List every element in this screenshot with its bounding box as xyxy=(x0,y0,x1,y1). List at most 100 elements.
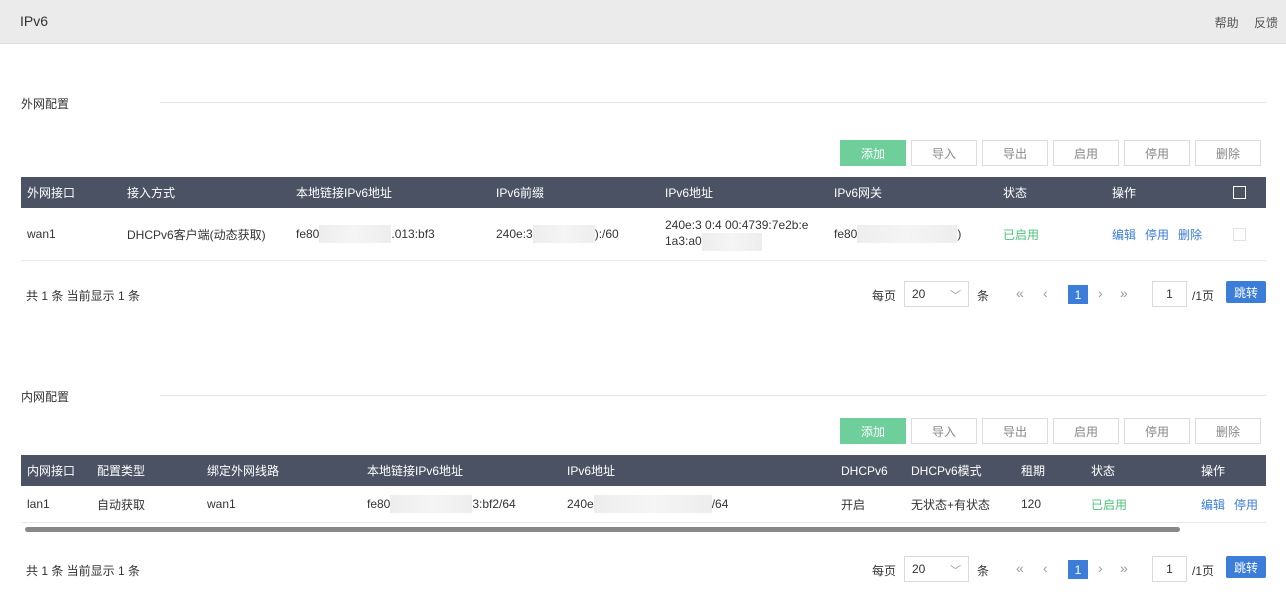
wan-mode: DHCPv6客户端(动态获取) xyxy=(127,227,266,242)
wan-table: 外网接口 接入方式 本地链接IPv6地址 IPv6前缀 IPv6地址 IPv6网… xyxy=(21,177,1266,261)
lan-dhcpv6-mode: 无状态+有状态 xyxy=(911,497,991,512)
col-actions: 操作 xyxy=(1112,186,1137,200)
page-input[interactable]: 1 xyxy=(1152,281,1187,307)
wan-table-header: 外网接口 接入方式 本地链接IPv6地址 IPv6前缀 IPv6地址 IPv6网… xyxy=(21,177,1266,208)
wan-gw-b: ) xyxy=(957,227,962,241)
redacted-mask xyxy=(390,495,473,513)
redacted-mask xyxy=(319,225,392,243)
redacted-mask xyxy=(701,233,762,251)
col-access-mode: 接入方式 xyxy=(127,186,176,200)
page-number[interactable]: 1 xyxy=(1068,285,1088,304)
lan-delete-button[interactable]: 删除 xyxy=(1195,418,1261,444)
per-page-select[interactable]: 20 ﹀ xyxy=(904,556,969,582)
lan-actions: 编辑 停用 xyxy=(1201,486,1267,522)
lan-summary: 共 1 条 当前显示 1 条 xyxy=(26,564,141,578)
go-button[interactable]: 跳转 xyxy=(1226,281,1266,303)
next-page-icon[interactable]: › xyxy=(1098,285,1103,301)
next-page-icon[interactable]: › xyxy=(1098,560,1103,576)
redacted-mask xyxy=(532,225,595,243)
redacted-mask xyxy=(593,495,712,513)
first-page-icon[interactable]: « xyxy=(1016,285,1024,301)
edit-link[interactable]: 编辑 xyxy=(1112,226,1136,243)
col-link-local: 本地链接IPv6地址 xyxy=(296,186,393,200)
wan-actions: 编辑 停用 删除 xyxy=(1112,208,1211,260)
lan-import-button[interactable]: 导入 xyxy=(911,418,977,444)
lan-disable-button[interactable]: 停用 xyxy=(1124,418,1190,444)
wan-section-title: 外网配置 xyxy=(21,97,70,111)
redacted-mask xyxy=(857,225,958,243)
col-gateway: IPv6网关 xyxy=(834,186,883,200)
wan-prefix-a: 240e:3 xyxy=(496,227,533,241)
wan-gateway: fe80) xyxy=(834,208,961,260)
last-page-icon[interactable]: » xyxy=(1120,285,1128,301)
select-all-checkbox[interactable] xyxy=(1233,177,1246,208)
wan-export-button[interactable]: 导出 xyxy=(982,140,1048,166)
prev-page-icon[interactable]: ‹ xyxy=(1043,285,1048,301)
lan-addr-b: /64 xyxy=(711,497,729,511)
lan-enable-button[interactable]: 启用 xyxy=(1053,418,1119,444)
lan-type: 自动获取 xyxy=(97,497,146,512)
disable-link[interactable]: 停用 xyxy=(1234,496,1258,513)
wan-enable-button[interactable]: 启用 xyxy=(1053,140,1119,166)
first-page-icon[interactable]: « xyxy=(1016,560,1024,576)
status-badge: 已启用 xyxy=(1091,497,1128,512)
row-checkbox[interactable] xyxy=(1233,208,1246,260)
col-wan-iface: 外网接口 xyxy=(27,186,76,200)
wan-prefix: 240e:3 ):/60 xyxy=(496,208,619,260)
per-page-label: 每页 xyxy=(872,564,897,578)
last-page-icon[interactable]: » xyxy=(1120,560,1128,576)
lan-toolbar: 添加 导入 导出 启用 停用 删除 xyxy=(840,418,1261,444)
col-bind-wan: 绑定外网线路 xyxy=(207,464,280,478)
wan-disable-button[interactable]: 停用 xyxy=(1124,140,1190,166)
col-status: 状态 xyxy=(1003,186,1028,200)
lan-lease: 120 xyxy=(1021,497,1042,511)
chevron-down-icon: ﹀ xyxy=(950,565,961,577)
col-dhcpv6-mode: DHCPv6模式 xyxy=(911,464,982,478)
wan-toolbar: 添加 导入 导出 启用 停用 删除 xyxy=(840,140,1261,166)
col-address: IPv6地址 xyxy=(567,464,616,478)
col-lan-iface: 内网接口 xyxy=(27,464,76,478)
page-input[interactable]: 1 xyxy=(1152,556,1187,582)
col-link-local: 本地链接IPv6地址 xyxy=(367,464,464,478)
per-page-select[interactable]: 20 ﹀ xyxy=(904,281,969,307)
wan-prefix-b: ):/60 xyxy=(594,227,619,241)
go-button[interactable]: 跳转 xyxy=(1226,556,1266,578)
page-title: IPv6 xyxy=(20,13,49,29)
per-page-unit: 条 xyxy=(977,289,990,303)
wan-add-button[interactable]: 添加 xyxy=(840,140,906,166)
col-lease: 租期 xyxy=(1021,464,1046,478)
lan-addr-a: 240e xyxy=(567,497,594,511)
lan-section-divider xyxy=(160,395,1266,396)
prev-page-icon[interactable]: ‹ xyxy=(1043,560,1048,576)
wan-addr-line2: 1a3:a0 xyxy=(665,234,702,249)
wan-addr-line1: 240e:3 0:4 00:4739:7e2b:e xyxy=(665,218,809,232)
total-pages: /1页 xyxy=(1192,564,1215,578)
wan-summary: 共 1 条 当前显示 1 条 xyxy=(26,289,141,303)
lan-ll-suffix: 3:bf2/64 xyxy=(472,497,516,511)
col-address: IPv6地址 xyxy=(665,186,714,200)
wan-ll-suffix: .013:bf3 xyxy=(391,227,435,241)
wan-addr-line2-wrap: 1a3:a0 xyxy=(665,233,762,251)
wan-delete-button[interactable]: 删除 xyxy=(1195,140,1261,166)
delete-link[interactable]: 删除 xyxy=(1178,226,1202,243)
col-actions: 操作 xyxy=(1201,464,1226,478)
page-number[interactable]: 1 xyxy=(1068,560,1088,579)
wan-import-button[interactable]: 导入 xyxy=(911,140,977,166)
lan-iface: lan1 xyxy=(27,497,50,511)
edit-link[interactable]: 编辑 xyxy=(1201,496,1225,513)
disable-link[interactable]: 停用 xyxy=(1145,226,1169,243)
lan-link-local: fe80 3:bf2/64 xyxy=(367,486,516,522)
lan-export-button[interactable]: 导出 xyxy=(982,418,1048,444)
status-badge: 已启用 xyxy=(1003,227,1040,242)
table-row: lan1 自动获取 wan1 fe80 3:bf2/64 240e/64 开启 无… xyxy=(21,486,1266,523)
feedback-link[interactable]: 反馈 xyxy=(1254,16,1278,30)
horizontal-scrollbar[interactable] xyxy=(25,527,1180,532)
wan-section-divider xyxy=(160,102,1266,103)
wan-ll-prefix: fe80 xyxy=(296,227,320,241)
lan-pager: 共 1 条 当前显示 1 条 每页 20 ﹀ 条 « ‹ 1 › » 1 /1页 … xyxy=(21,556,1266,582)
lan-add-button[interactable]: 添加 xyxy=(840,418,906,444)
help-link[interactable]: 帮助 xyxy=(1215,16,1239,30)
wan-pager: 共 1 条 当前显示 1 条 每页 20 ﹀ 条 « ‹ 1 › » 1 /1页 … xyxy=(21,281,1266,307)
col-config-type: 配置类型 xyxy=(97,464,146,478)
wan-address: 240e:3 0:4 00:4739:7e2b:e 1a3:a0 xyxy=(665,208,830,260)
